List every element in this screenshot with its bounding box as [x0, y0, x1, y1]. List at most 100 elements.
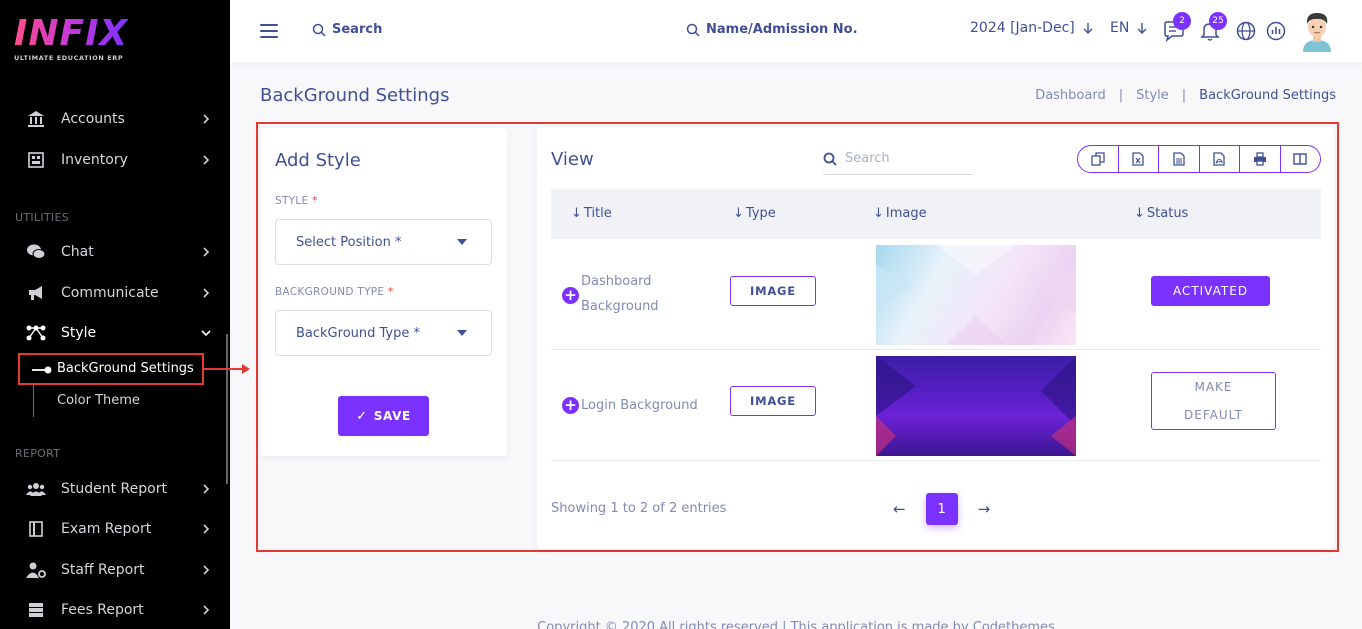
background-type-select[interactable]: BackGround Type *	[275, 310, 492, 356]
table-row: + Login Background IMAGE MAKE DEFAULT	[551, 350, 1321, 461]
sidebar-item-exam-report[interactable]: Exam Report	[0, 511, 230, 547]
sidebar-item-label: Fees Report	[61, 602, 144, 618]
print-button[interactable]	[1240, 146, 1281, 172]
notifications-button[interactable]: 25	[1199, 12, 1227, 42]
column-type[interactable]: ↓ Type	[733, 206, 776, 221]
sidebar-subitem-color-theme[interactable]: Color Theme	[57, 393, 140, 408]
activated-button[interactable]: ACTIVATED	[1151, 276, 1270, 306]
sidebar-item-communicate[interactable]: Communicate	[0, 275, 230, 311]
table-search-input[interactable]: Search	[823, 143, 973, 175]
make-default-label: DEFAULT	[1184, 408, 1243, 422]
column-visibility-button[interactable]	[1281, 146, 1321, 172]
sidebar-item-accounts[interactable]: Accounts	[0, 101, 230, 137]
column-image[interactable]: ↓ Image	[873, 206, 927, 221]
session-selector[interactable]: 2024 [Jan-Dec]	[970, 20, 1093, 36]
view-card: View Search ↓ Title ↓ Type ↓ Image ↓ Status …	[537, 127, 1334, 549]
chart-icon	[1266, 21, 1286, 41]
avatar[interactable]	[1300, 10, 1334, 52]
sidebar-item-fees-report[interactable]: Fees Report	[0, 592, 230, 628]
save-label: SAVE	[373, 409, 411, 423]
reports-button[interactable]	[1265, 20, 1287, 42]
footer: Copyright © 2020 All rights reserved | T…	[537, 620, 1055, 629]
csv-icon	[1173, 152, 1185, 166]
page-title: BackGround Settings	[260, 85, 450, 106]
required-mark: *	[388, 286, 394, 298]
sidebar-subitem-background-settings[interactable]: BackGround Settings	[57, 361, 194, 376]
sub-menu-line	[33, 385, 34, 417]
background-thumbnail	[876, 356, 1076, 456]
breadcrumb-style[interactable]: Style	[1136, 88, 1169, 103]
sidebar-item-staff-report[interactable]: Staff Report	[0, 552, 230, 588]
prev-page-button[interactable]: ←	[893, 500, 906, 518]
make-default-label: MAKE	[1194, 380, 1233, 394]
breadcrumb-dashboard[interactable]: Dashboard	[1035, 88, 1106, 103]
language-selector[interactable]: EN	[1110, 20, 1147, 36]
global-search[interactable]: Search	[312, 22, 382, 37]
sidebar-item-inventory[interactable]: Inventory	[0, 142, 230, 178]
sidebar-item-label: Student Report	[61, 481, 167, 497]
sidebar-item-student-report[interactable]: Student Report	[0, 471, 230, 507]
expand-row-icon[interactable]: +	[562, 397, 579, 414]
page-1-button[interactable]: 1	[925, 493, 958, 525]
sidebar-item-chat[interactable]: Chat	[0, 234, 230, 270]
sort-icon: ↓	[1134, 206, 1145, 221]
column-type-label: Type	[745, 206, 776, 221]
chevron-right-icon	[203, 288, 210, 298]
csv-button[interactable]	[1159, 146, 1200, 172]
next-page-button[interactable]: →	[978, 500, 991, 518]
annotation-arrow-head	[242, 364, 250, 374]
columns-icon	[1293, 153, 1307, 165]
sidebar-item-label: Staff Report	[61, 562, 145, 578]
add-style-title: Add Style	[275, 150, 361, 171]
column-title[interactable]: ↓ Title	[571, 206, 612, 221]
messages-button[interactable]: 2	[1163, 12, 1191, 42]
logo-text: INFIX	[14, 13, 129, 54]
sidebar-item-style[interactable]: Style	[0, 315, 230, 351]
topbar: Search Name/Admission No. 2024 [Jan-Dec]…	[230, 0, 1362, 62]
sort-icon: ↓	[733, 206, 744, 221]
chevron-down-icon	[201, 330, 211, 337]
style-position-value: Select Position *	[296, 234, 402, 250]
caret-down-icon	[457, 330, 467, 336]
entries-info: Showing 1 to 2 of 2 entries	[551, 501, 727, 516]
arrow-down-icon	[1137, 23, 1147, 34]
add-style-card: Add Style STYLE * Select Position * BACK…	[261, 128, 507, 456]
expand-row-icon[interactable]: +	[562, 287, 579, 304]
logo-tagline: ULTIMATE EDUCATION ERP	[14, 54, 124, 62]
column-image-label: Image	[885, 206, 927, 221]
annotation-arrow-line	[204, 368, 246, 370]
caret-down-icon	[457, 239, 467, 245]
logo[interactable]: INFIX ULTIMATE EDUCATION ERP	[14, 13, 129, 63]
menu-toggle-icon[interactable]	[260, 24, 278, 38]
breadcrumb-current: BackGround Settings	[1199, 88, 1336, 103]
column-title-label: Title	[583, 206, 612, 221]
chat-icon	[26, 242, 46, 262]
background-type-label-text: BACKGROUND TYPE	[275, 286, 385, 298]
save-button[interactable]: ✓ SAVE	[338, 396, 429, 436]
website-button[interactable]	[1235, 20, 1257, 42]
excel-button[interactable]	[1119, 146, 1159, 172]
sidebar-scrollbar[interactable]	[226, 334, 228, 484]
book-icon	[26, 519, 46, 539]
type-badge: IMAGE	[730, 386, 816, 416]
style-position-select[interactable]: Select Position *	[275, 219, 492, 265]
copy-icon	[1091, 152, 1105, 166]
language-label: EN	[1110, 20, 1130, 36]
chevron-right-icon	[203, 565, 210, 575]
chevron-right-icon	[203, 114, 210, 124]
sidebar-item-label: Inventory	[61, 152, 128, 168]
background-type-field-label: BACKGROUND TYPE *	[275, 286, 394, 298]
chevron-right-icon	[203, 484, 210, 494]
pdf-button[interactable]	[1200, 146, 1240, 172]
notifications-badge: 25	[1209, 12, 1227, 30]
row-title-line: Dashboard	[581, 274, 652, 289]
sidebar-item-label: Communicate	[61, 285, 159, 301]
globe-icon	[1236, 21, 1256, 41]
table-search-placeholder: Search	[845, 151, 890, 166]
copy-button[interactable]	[1078, 146, 1119, 172]
column-status[interactable]: ↓ Status	[1134, 206, 1188, 221]
student-search[interactable]: Name/Admission No.	[686, 22, 858, 37]
messages-badge: 2	[1173, 12, 1191, 30]
make-default-button[interactable]: MAKE DEFAULT	[1151, 372, 1276, 430]
table-row: + Dashboard Background IMAGE ACTIVATED	[551, 239, 1321, 350]
